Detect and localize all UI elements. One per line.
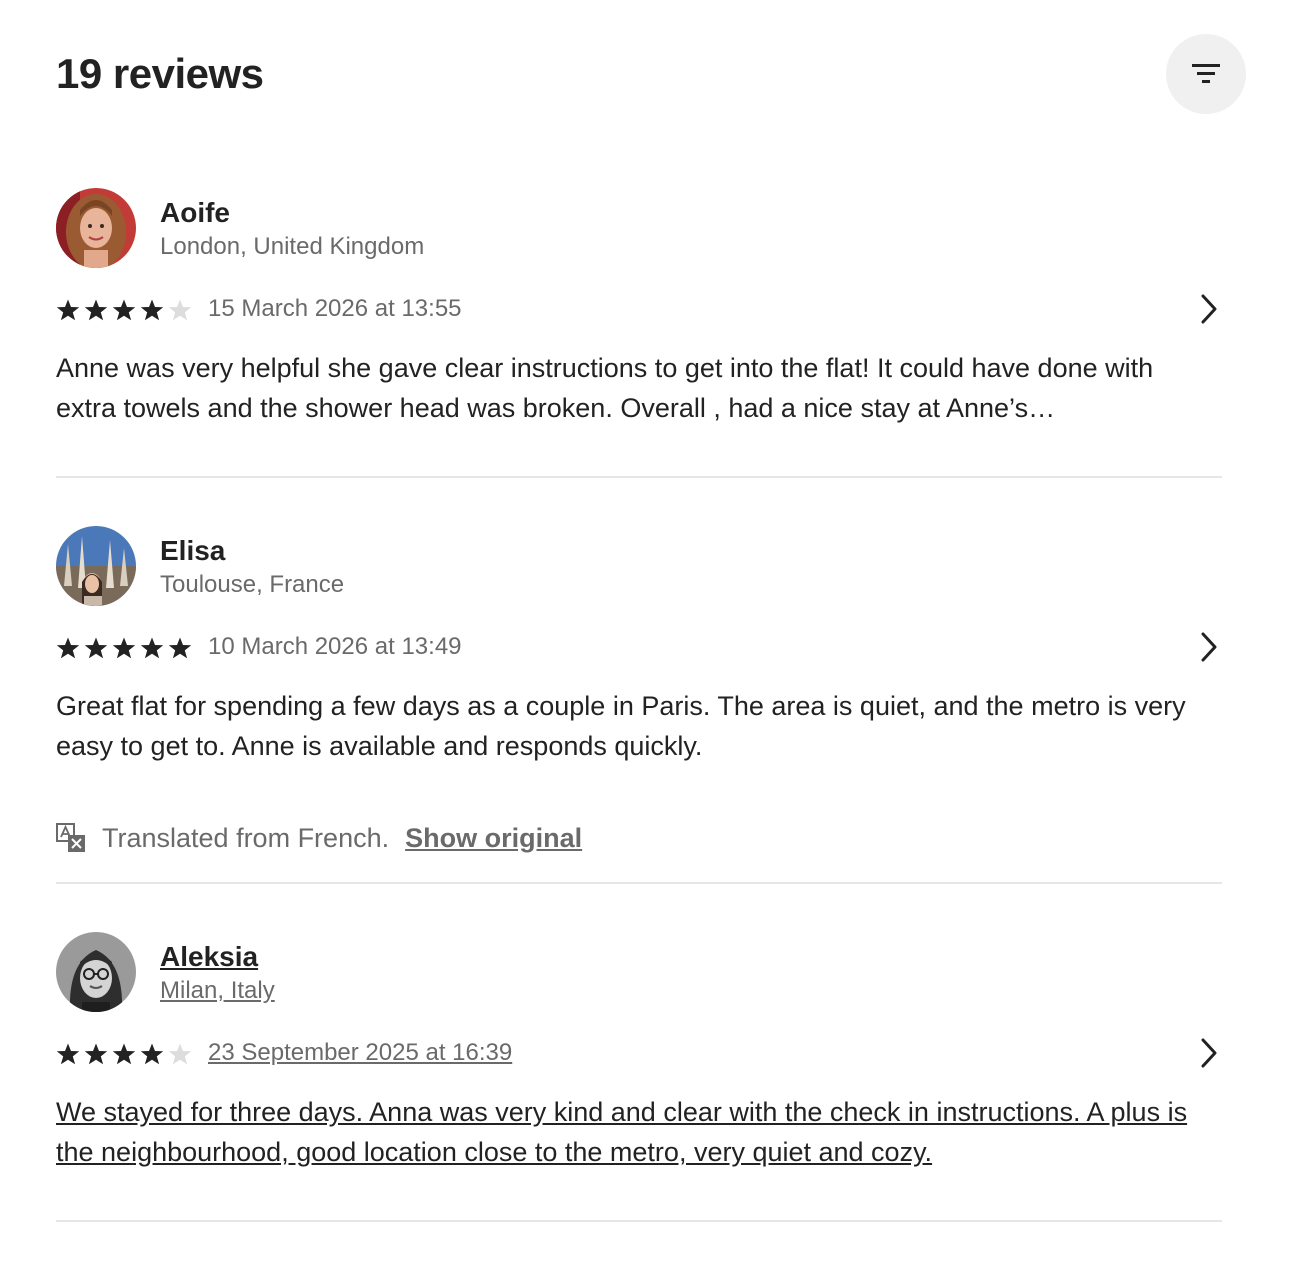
divider [56, 1220, 1222, 1222]
avatar[interactable] [56, 188, 136, 268]
reviews-header: 19 reviews [56, 34, 1246, 114]
review-date: 10 March 2026 at 13:49 [208, 633, 462, 660]
star-filled-icon [112, 299, 136, 321]
star-filled-icon [168, 637, 192, 659]
avatar[interactable] [56, 526, 136, 606]
review-date: 23 September 2025 at 16:39 [208, 1039, 513, 1066]
reviews-title: 19 reviews [56, 50, 264, 97]
chevron-right-icon [1201, 294, 1217, 324]
translation-row: Translated from French. Show original [56, 818, 582, 858]
divider [56, 476, 1222, 478]
review-text: Great flat for spending a few days as a … [56, 691, 1186, 761]
star-rating [56, 299, 192, 321]
star-filled-icon [112, 1043, 136, 1065]
open-review-button[interactable] [1192, 1036, 1226, 1070]
review-meta: 15 March 2026 at 13:55 [56, 292, 1222, 326]
star-filled-icon [56, 1043, 80, 1065]
open-review-button[interactable] [1192, 292, 1226, 326]
star-filled-icon [56, 637, 80, 659]
open-review-button[interactable] [1192, 630, 1226, 664]
avatar[interactable] [56, 932, 136, 1012]
star-filled-icon [84, 637, 108, 659]
star-filled-icon [84, 299, 108, 321]
filter-button[interactable] [1166, 34, 1246, 114]
reviewer-location: Milan, Italy [160, 977, 275, 1004]
star-filled-icon [112, 637, 136, 659]
reviewer-name[interactable]: Aoife [160, 196, 230, 230]
star-empty-icon [168, 1043, 192, 1065]
review-meta: 10 March 2026 at 13:49 [56, 630, 1222, 664]
review-meta: 23 September 2025 at 16:39 [56, 1036, 1222, 1070]
star-rating [56, 1043, 192, 1065]
reviewer-name[interactable]: Elisa [160, 534, 225, 568]
star-filled-icon [140, 299, 164, 321]
review-text: Anne was very helpful she gave clear ins… [56, 353, 1154, 423]
divider [56, 882, 1222, 884]
star-filled-icon [140, 1043, 164, 1065]
star-rating [56, 637, 192, 659]
show-original-link[interactable]: Show original [405, 823, 582, 854]
reviewer-location: London, United Kingdom [160, 233, 425, 260]
review-item: Aoife London, United Kingdom 15 March 20… [56, 188, 1222, 448]
review-text: We stayed for three days. Anna was very … [56, 1097, 1188, 1167]
star-filled-icon [84, 1043, 108, 1065]
star-filled-icon [140, 637, 164, 659]
translate-icon [56, 823, 85, 852]
review-item: Aleksia Milan, Italy 23 September 2025 a… [56, 932, 1222, 1192]
reviewer-location: Toulouse, France [160, 571, 345, 598]
filter-icon [1192, 64, 1220, 83]
chevron-right-icon [1201, 1038, 1217, 1068]
star-empty-icon [168, 299, 192, 321]
chevron-right-icon [1201, 632, 1217, 662]
review-item: Elisa Toulouse, France 10 March 2026 at … [56, 526, 1222, 856]
reviewer-name[interactable]: Aleksia [160, 940, 258, 974]
translation-note: Translated from French. [102, 822, 390, 853]
review-date: 15 March 2026 at 13:55 [208, 295, 462, 322]
star-filled-icon [56, 299, 80, 321]
